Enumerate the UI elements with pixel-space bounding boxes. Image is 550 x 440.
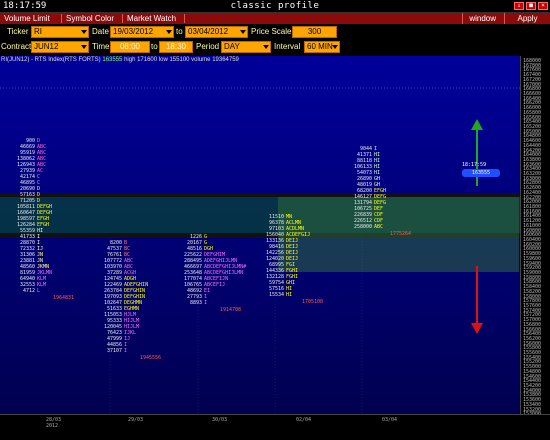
time-tick: 30/03 <box>212 417 227 423</box>
chevron-down-icon <box>81 45 87 49</box>
time-tick-label: 30/03 <box>212 417 228 423</box>
chevron-down-icon <box>166 30 172 34</box>
low-label: low <box>158 57 168 63</box>
tpo-row: 4712 L <box>1 288 40 294</box>
period-value: DAY <box>224 42 240 51</box>
maximize-button[interactable]: ■ <box>526 2 536 10</box>
time-tick-year: 2012 <box>46 423 59 429</box>
profile-total-volume: 1914708 <box>220 307 242 313</box>
date-to-label: to <box>176 27 183 36</box>
ticker-label: Ticker <box>7 27 29 36</box>
tpo-volume: 8893 <box>189 300 202 306</box>
time-axis: 28/03 2012 29/03 30/03 02/04 03/04 <box>0 414 550 440</box>
value-area-top-line <box>0 193 520 197</box>
chevron-down-icon <box>332 45 338 49</box>
interval-select[interactable]: 60 MIN <box>304 41 340 53</box>
last-price: 163555 <box>102 57 123 63</box>
time-tick: 29/03 <box>128 417 143 423</box>
menu-separator <box>184 14 185 23</box>
period-select[interactable]: DAY <box>221 41 271 53</box>
chevron-down-icon <box>263 45 269 49</box>
chevron-down-icon <box>81 30 87 34</box>
price-marker-badge: 163555 <box>462 169 500 177</box>
date-label: Date <box>92 27 109 36</box>
interval-value: 60 MIN <box>307 42 333 51</box>
time-label: Time <box>92 42 110 51</box>
apply-button[interactable]: Apply <box>504 13 550 24</box>
high-label: high <box>124 57 136 63</box>
price-axis: 168000 167800 167600 167400 167200 167000 1668… <box>520 56 550 414</box>
tpo-volume: 15534 <box>268 292 284 298</box>
time-to-input[interactable]: 18:30 <box>159 41 193 53</box>
ticker-value: RI <box>34 27 42 36</box>
high-value: 171600 <box>137 57 158 63</box>
tpo-volume: 258000 <box>353 224 372 230</box>
time-to-label: to <box>151 42 158 51</box>
time-tick-label: 29/03 <box>128 417 144 423</box>
volume-value: 19364759 <box>212 57 239 63</box>
tpo-letters: I <box>204 300 208 306</box>
chart-info-line: RI(JUN12) - RTS Index(RTS FORTS) 163555 … <box>1 57 239 63</box>
tpo-row: 15534 HI <box>250 292 292 298</box>
tpo-row: 258000 ABC <box>338 224 383 230</box>
price-marker-time: 18:17:59 <box>462 162 487 168</box>
parameters-panel: Ticker RI Date 19/03/2012 to 03/04/2012 … <box>0 24 550 56</box>
volume-label: volume <box>191 57 211 63</box>
symbol-name: RI(JUN12) - RTS Index(RTS FORTS) <box>1 57 101 63</box>
tpo-letters: I <box>124 348 128 354</box>
contract-value: JUN12 <box>34 42 59 51</box>
profile-total-volume: 1945556 <box>140 355 162 361</box>
date-to-field[interactable]: 03/04/2012 <box>185 26 248 38</box>
time-from-input[interactable]: 08:00 <box>110 41 150 53</box>
window-button[interactable]: window <box>462 13 502 24</box>
profile-total-volume: 1775264 <box>390 231 412 237</box>
period-label: Period <box>196 42 220 51</box>
profile-total-volume: 1705108 <box>302 299 324 305</box>
time-tick: 02/04 <box>296 417 311 423</box>
minimize-button[interactable]: ↓ <box>514 2 524 10</box>
date-to-value: 03/04/2012 <box>188 27 229 36</box>
close-button[interactable]: × <box>538 2 548 10</box>
time-tick: 28/03 2012 <box>46 417 61 429</box>
tpo-row: 37107 I <box>88 348 127 354</box>
menu-bar: Volume Limit Symbol Color Market Watch w… <box>0 13 550 24</box>
menu-separator <box>122 14 123 23</box>
up-arrow-icon <box>471 119 483 130</box>
date-from-field[interactable]: 19/03/2012 <box>110 26 174 38</box>
price-scale-label: Price Scale <box>251 27 292 36</box>
menu-separator <box>61 14 62 23</box>
tpo-letters: HI <box>286 292 293 298</box>
menu-symbol-color[interactable]: Symbol Color <box>66 14 114 23</box>
tpo-row: 8893 I <box>168 300 207 306</box>
tpo-volume: 4712 <box>22 288 35 294</box>
title-bar: 18:17:59 classic profile ↓ ■ × <box>0 0 550 13</box>
window-title: classic profile <box>230 1 320 11</box>
price-scale-input[interactable]: 300 <box>292 26 337 38</box>
profile-chart[interactable]: RI(JUN12) - RTS Index(RTS FORTS) 163555 … <box>0 56 520 414</box>
interval-label: Interval <box>274 42 301 51</box>
menu-market-watch[interactable]: Market Watch <box>127 14 176 23</box>
tpo-letters: ABC <box>374 224 384 230</box>
time-tick-label: 02/04 <box>296 417 312 423</box>
down-arrow-icon <box>471 323 483 334</box>
menu-volume-limit[interactable]: Volume Limit <box>4 14 50 23</box>
tpo-volume: 37107 <box>106 348 122 354</box>
contract-label: Contract <box>1 42 32 51</box>
profile-total-volume: 1964831 <box>53 295 75 301</box>
tpo-letters: L <box>37 288 41 294</box>
contract-select[interactable]: JUN12 <box>31 41 89 53</box>
chevron-down-icon <box>240 30 246 34</box>
low-value: 155100 <box>169 57 190 63</box>
time-tick: 03/04 <box>382 417 397 423</box>
ticker-select[interactable]: RI <box>31 26 89 38</box>
time-tick-label: 03/04 <box>382 417 398 423</box>
date-from-value: 19/03/2012 <box>113 27 154 36</box>
